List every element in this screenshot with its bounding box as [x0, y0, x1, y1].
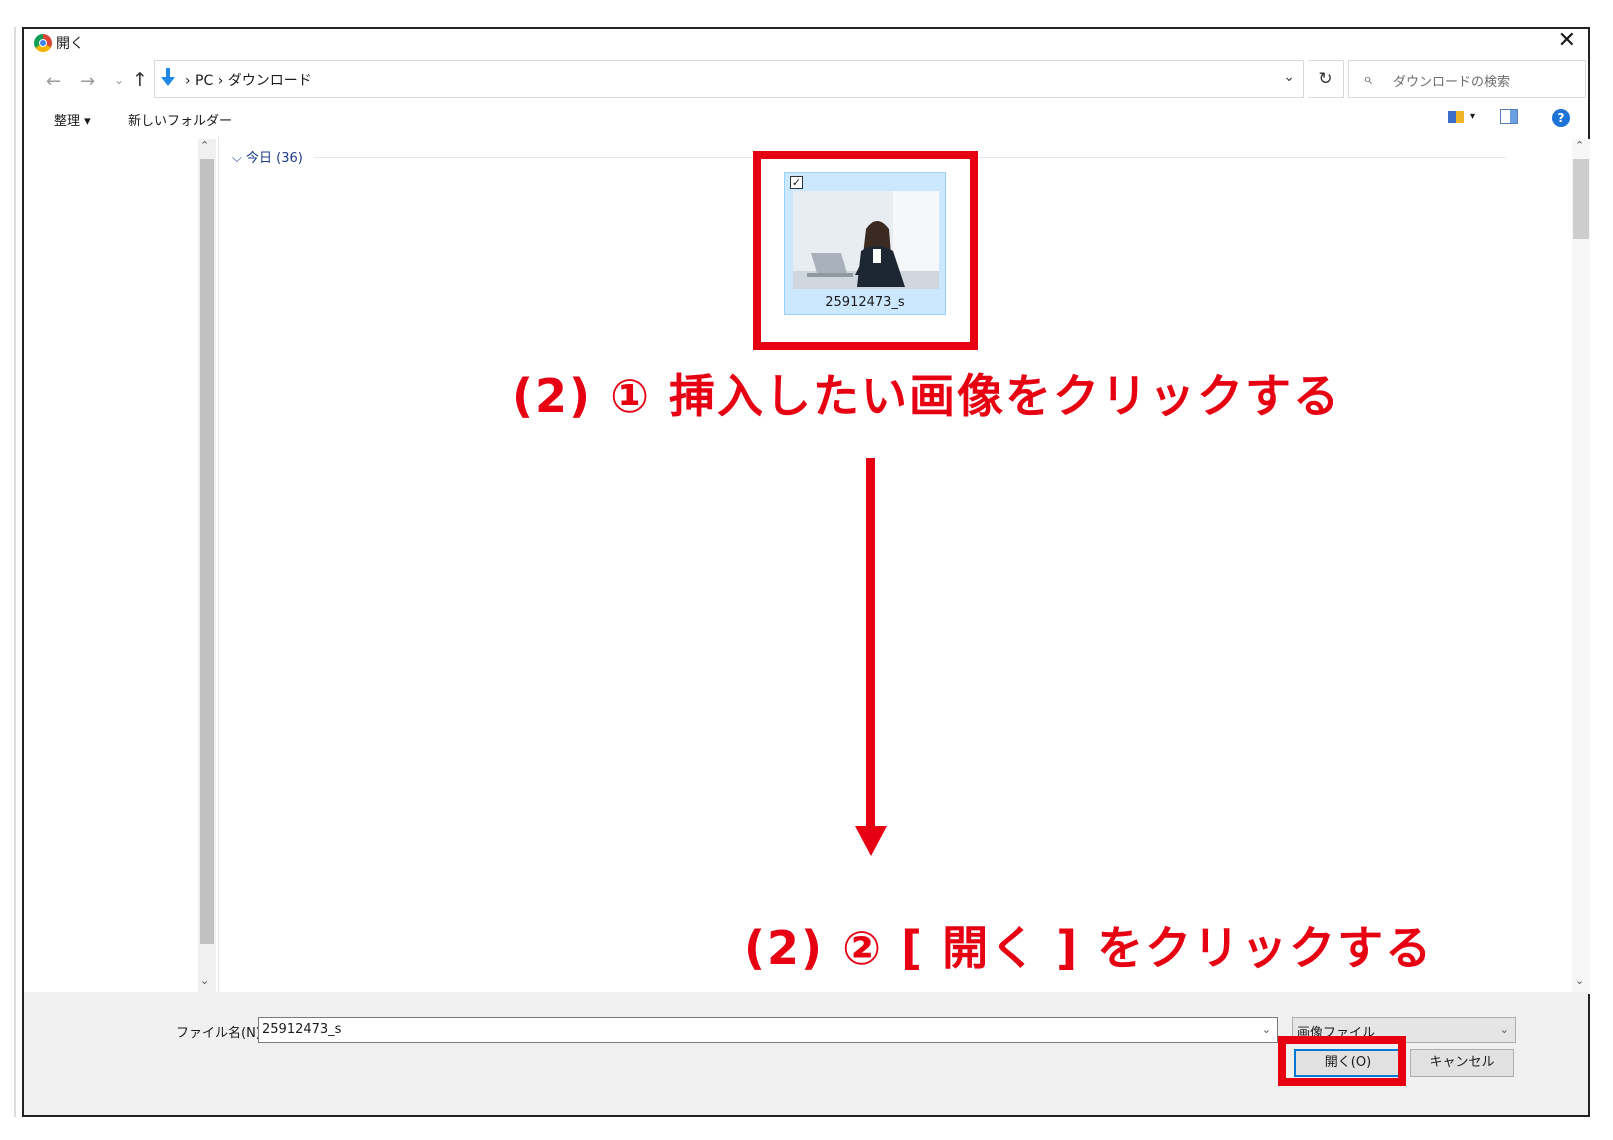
filename-input[interactable]: 25912473_s ⌄	[258, 1017, 1278, 1043]
scroll-up-icon[interactable]: ⌃	[1575, 139, 1584, 152]
view-dropdown-icon[interactable]: ▾	[1470, 111, 1475, 122]
chevron-down-icon[interactable]: ⌄	[1262, 1023, 1271, 1036]
up-arrow-icon[interactable]: ↑	[132, 69, 148, 91]
cancel-button[interactable]: キャンセル	[1410, 1049, 1514, 1077]
view-mode-icon[interactable]	[1448, 111, 1464, 123]
refresh-icon[interactable]: ↻	[1308, 60, 1344, 98]
search-placeholder: ダウンロードの検索	[1393, 75, 1511, 90]
chevron-down-icon[interactable]: ⌄	[1500, 1023, 1509, 1036]
close-icon[interactable]: ✕	[1558, 29, 1576, 53]
navigation-pane	[24, 137, 218, 992]
arrow-shaft	[866, 458, 875, 828]
new-folder-button[interactable]: 新しいフォルダー	[128, 110, 232, 129]
organize-button[interactable]: 整理 ▾	[54, 110, 91, 129]
chevron-down-icon[interactable]: ⌄	[1283, 69, 1295, 85]
arrow-down-icon	[855, 826, 887, 856]
content-scrollbar-thumb[interactable]	[1573, 159, 1589, 239]
address-path[interactable]: › PC › ダウンロード	[185, 70, 312, 90]
filename-value[interactable]: 25912473_s	[262, 1022, 341, 1037]
back-arrow-icon[interactable]: ←	[46, 71, 61, 92]
download-folder-icon	[161, 68, 175, 86]
search-input[interactable]: ⌕ ダウンロードの検索	[1348, 60, 1586, 98]
preview-pane-icon[interactable]	[1500, 109, 1518, 124]
filename-label: ファイル名(N):	[176, 1026, 266, 1041]
page-edge	[14, 27, 16, 1117]
nav-scrollbar-thumb[interactable]	[200, 159, 214, 944]
window-title: 開く	[56, 36, 84, 52]
instruction-step-2: (2) ② [ 開く ] をクリックする	[744, 921, 1434, 975]
pane-divider[interactable]	[218, 137, 219, 992]
address-bar[interactable]: › PC › ダウンロード ⌄	[154, 60, 1304, 98]
open-button-highlight-box	[1278, 1036, 1406, 1086]
scroll-down-icon[interactable]: ⌄	[200, 974, 209, 987]
scroll-down-icon[interactable]: ⌄	[1575, 974, 1584, 987]
help-icon[interactable]: ?	[1552, 109, 1570, 127]
recent-locations-icon[interactable]: ⌄	[114, 73, 124, 87]
forward-arrow-icon[interactable]: →	[80, 71, 95, 92]
file-highlight-box	[753, 151, 978, 350]
scroll-up-icon[interactable]: ⌃	[200, 139, 209, 152]
group-header-today[interactable]: ⌵ 今日 (36)	[232, 147, 303, 166]
search-icon: ⌕	[1363, 69, 1372, 88]
instruction-step-1: (2) ① 挿入したい画像をクリックする	[512, 369, 1342, 423]
content-scrollbar[interactable]	[1572, 139, 1590, 994]
chrome-icon	[34, 34, 52, 52]
title-bar: 開く ✕	[24, 29, 1588, 55]
